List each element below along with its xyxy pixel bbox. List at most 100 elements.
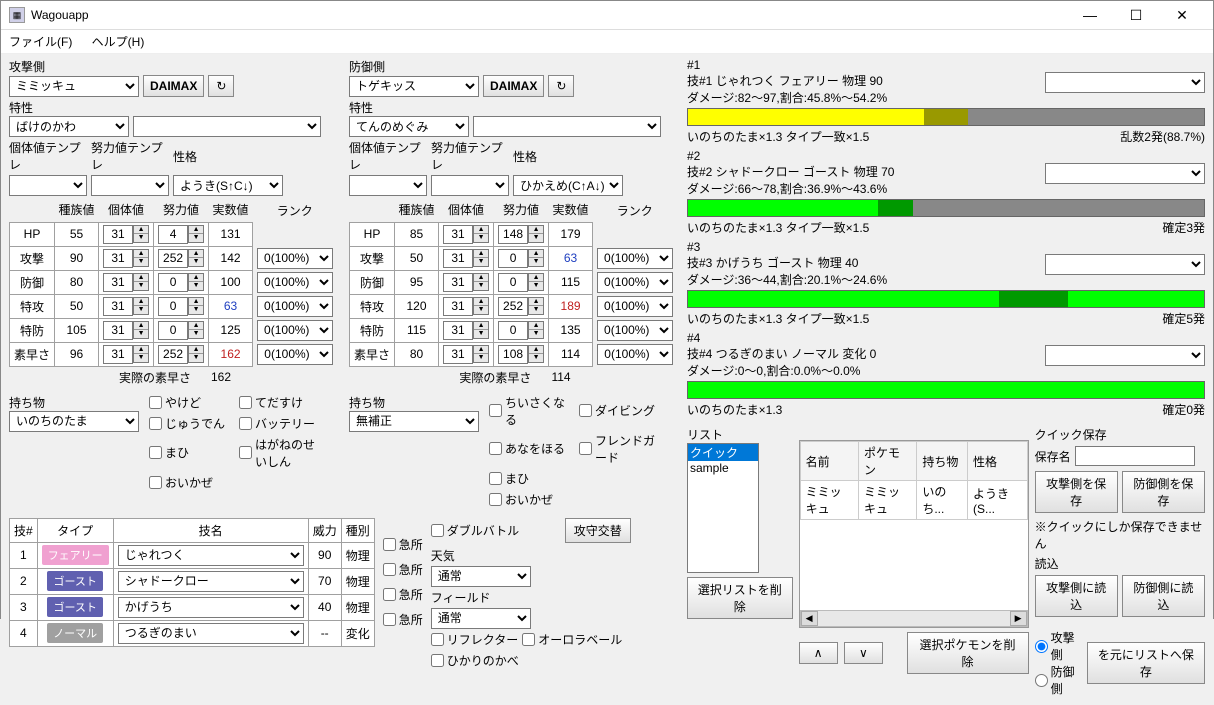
condition-checkbox[interactable] <box>149 446 162 459</box>
move-down-button[interactable]: ∨ <box>844 642 883 664</box>
spinner-updown[interactable]: ▲▼ <box>133 345 149 363</box>
grid-header[interactable]: 持ち物 <box>917 442 968 481</box>
stat-input[interactable] <box>103 225 133 244</box>
spinner-updown[interactable]: ▲▼ <box>473 297 489 315</box>
crit3-checkbox[interactable] <box>383 588 396 601</box>
condition-checkbox[interactable] <box>149 396 162 409</box>
defender-ability-select[interactable]: てんのめぐみ <box>349 116 469 137</box>
condition-checkbox[interactable] <box>239 396 252 409</box>
swap-button[interactable]: 攻守交替 <box>565 518 631 543</box>
load-defender-button[interactable]: 防御側に読込 <box>1122 575 1205 617</box>
stat-input[interactable] <box>498 321 528 340</box>
condition-checkbox[interactable] <box>239 446 252 459</box>
condition-checkbox[interactable] <box>489 442 502 455</box>
move-up-button[interactable]: ∧ <box>799 642 838 664</box>
spinner-updown[interactable]: ▲▼ <box>473 249 489 267</box>
attacker-refresh-button[interactable]: ↻ <box>208 75 234 97</box>
minimize-button[interactable]: — <box>1067 1 1113 29</box>
save-defender-button[interactable]: 防御側を保存 <box>1122 471 1205 513</box>
maximize-button[interactable]: ☐ <box>1113 1 1159 29</box>
spinner-updown[interactable]: ▲▼ <box>188 321 204 339</box>
stat-input[interactable] <box>158 273 188 292</box>
list-item[interactable]: sample <box>688 461 758 475</box>
spinner-updown[interactable]: ▲▼ <box>188 297 204 315</box>
spinner-updown[interactable]: ▲▼ <box>528 225 544 243</box>
stat-input[interactable] <box>103 297 133 316</box>
move-select[interactable]: かげうち <box>118 597 304 618</box>
grid-cell[interactable]: いのち... <box>917 481 968 520</box>
rank-select[interactable]: 0(100%) <box>257 344 333 365</box>
grid-header[interactable]: 性格 <box>968 442 1028 481</box>
result-select[interactable] <box>1045 72 1205 93</box>
stat-input[interactable] <box>158 345 188 364</box>
spinner-updown[interactable]: ▲▼ <box>473 225 489 243</box>
stat-input[interactable] <box>103 249 133 268</box>
spinner-updown[interactable]: ▲▼ <box>528 345 544 363</box>
spinner-updown[interactable]: ▲▼ <box>188 249 204 267</box>
move-select[interactable]: じゃれつく <box>118 545 304 566</box>
stat-input[interactable] <box>443 345 473 364</box>
grid-cell[interactable]: ミミッキュ <box>800 481 858 520</box>
reflect-checkbox[interactable] <box>431 633 444 646</box>
result-select[interactable] <box>1045 345 1205 366</box>
attacker-daimax-button[interactable]: DAIMAX <box>143 75 204 97</box>
rank-select[interactable]: 0(100%) <box>597 248 673 269</box>
spinner-updown[interactable]: ▲▼ <box>473 273 489 291</box>
double-battle-checkbox[interactable] <box>431 524 444 537</box>
stat-input[interactable] <box>158 321 188 340</box>
stat-input[interactable] <box>443 273 473 292</box>
spinner-updown[interactable]: ▲▼ <box>528 273 544 291</box>
spinner-updown[interactable]: ▲▼ <box>473 345 489 363</box>
spinner-updown[interactable]: ▲▼ <box>133 249 149 267</box>
grid-header[interactable]: ポケモン <box>858 442 916 481</box>
defender-ability2-select[interactable] <box>473 116 661 137</box>
rank-select[interactable]: 0(100%) <box>257 320 333 341</box>
stat-input[interactable] <box>443 225 473 244</box>
condition-checkbox[interactable] <box>489 404 502 417</box>
rank-select[interactable]: 0(100%) <box>257 296 333 317</box>
rank-select[interactable]: 0(100%) <box>257 248 333 269</box>
attacker-iv-template[interactable] <box>9 175 87 196</box>
spinner-updown[interactable]: ▲▼ <box>188 345 204 363</box>
result-select[interactable] <box>1045 163 1205 184</box>
stat-input[interactable] <box>443 249 473 268</box>
stat-input[interactable] <box>498 345 528 364</box>
spinner-updown[interactable]: ▲▼ <box>473 321 489 339</box>
rank-select[interactable]: 0(100%) <box>597 344 673 365</box>
defender-iv-template[interactable] <box>349 175 427 196</box>
attacker-ability2-select[interactable] <box>133 116 321 137</box>
attacker-ev-template[interactable] <box>91 175 169 196</box>
condition-checkbox[interactable] <box>579 404 592 417</box>
spinner-updown[interactable]: ▲▼ <box>528 297 544 315</box>
stat-input[interactable] <box>443 297 473 316</box>
close-button[interactable]: ✕ <box>1159 1 1205 29</box>
stat-input[interactable] <box>103 321 133 340</box>
defender-daimax-button[interactable]: DAIMAX <box>483 75 544 97</box>
attacker-nature-select[interactable]: ようき(S↑C↓) <box>173 175 283 196</box>
condition-checkbox[interactable] <box>239 417 252 430</box>
menu-file[interactable]: ファイル(F) <box>9 35 72 49</box>
defender-nature-select[interactable]: ひかえめ(C↑A↓) <box>513 175 623 196</box>
spinner-updown[interactable]: ▲▼ <box>133 273 149 291</box>
spinner-updown[interactable]: ▲▼ <box>188 273 204 291</box>
aurora-checkbox[interactable] <box>522 633 535 646</box>
grid-cell[interactable]: ようき(S... <box>968 481 1028 520</box>
grid-header[interactable]: 名前 <box>800 442 858 481</box>
spinner-updown[interactable]: ▲▼ <box>188 225 204 243</box>
attacker-pokemon-select[interactable]: ミミッキュ <box>9 76 139 97</box>
spinner-updown[interactable]: ▲▼ <box>528 249 544 267</box>
list-box[interactable]: クイック sample <box>687 443 759 573</box>
result-select[interactable] <box>1045 254 1205 275</box>
stat-input[interactable] <box>443 321 473 340</box>
stat-input[interactable] <box>103 345 133 364</box>
stat-input[interactable] <box>498 249 528 268</box>
condition-checkbox[interactable] <box>489 493 502 506</box>
condition-checkbox[interactable] <box>489 472 502 485</box>
defender-pokemon-select[interactable]: トゲキッス <box>349 76 479 97</box>
lightscreen-checkbox[interactable] <box>431 654 444 667</box>
spinner-updown[interactable]: ▲▼ <box>133 297 149 315</box>
rank-select[interactable]: 0(100%) <box>597 272 673 293</box>
crit1-checkbox[interactable] <box>383 538 396 551</box>
crit4-checkbox[interactable] <box>383 613 396 626</box>
radio-attacker[interactable] <box>1035 640 1048 653</box>
